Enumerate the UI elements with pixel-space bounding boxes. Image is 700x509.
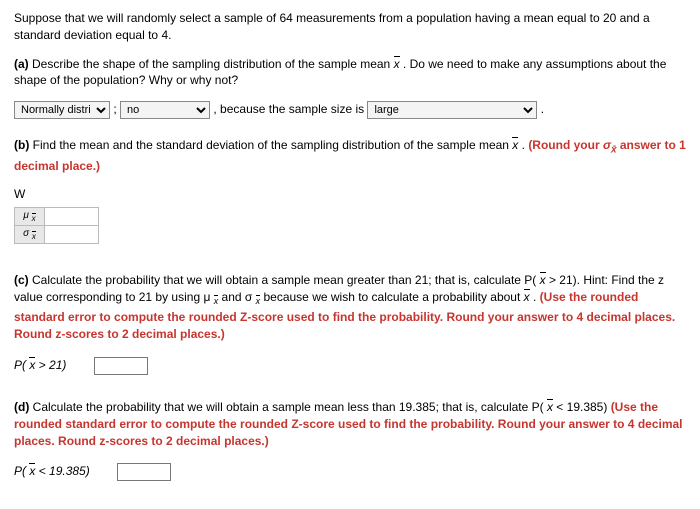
part-b: (b) Find the mean and the standard devia… (14, 137, 686, 244)
part-a-answer-row: Normally distri ; no , because the sampl… (14, 101, 686, 119)
assume-select[interactable]: no (120, 101, 210, 119)
part-c: (c) Calculate the probability that we wi… (14, 272, 686, 375)
part-b-text1: Find the mean and the standard deviation… (33, 138, 513, 152)
part-c-prob-line: P( x > 21) (14, 357, 686, 375)
part-d: (d) Calculate the probability that we wi… (14, 399, 686, 481)
part-c-text1: Calculate the probability that we will o… (32, 273, 540, 287)
table-row: μ x (15, 208, 99, 226)
reason-select[interactable]: large (367, 101, 537, 119)
part-c-prob-input[interactable] (94, 357, 148, 375)
part-d-label: (d) (14, 400, 29, 414)
part-b-w: W (14, 186, 686, 203)
part-b-table: μ x σ x (14, 207, 99, 244)
mu-xbar-label: μ x (15, 208, 45, 226)
part-a-period: . (541, 102, 544, 116)
part-d-prompt: (d) Calculate the probability that we wi… (14, 399, 686, 449)
sigma-xbar-input[interactable] (45, 227, 97, 243)
part-d-prob-label: P( x < 19.385) (14, 464, 90, 478)
part-d-text1: Calculate the probability that we will o… (33, 400, 547, 414)
part-a-text1: Describe the shape of the sampling distr… (32, 57, 394, 71)
part-a-prompt: (a) Describe the shape of the sampling d… (14, 56, 686, 90)
part-d-text2: < 19.385) (553, 400, 611, 414)
part-c-prob-label: P( x > 21) (14, 358, 66, 372)
part-c-text4: because we wish to calculate a probabili… (260, 290, 524, 304)
part-c-text3: and σ (218, 290, 255, 304)
part-c-prompt: (c) Calculate the probability that we wi… (14, 272, 686, 343)
part-a-colon: ; (113, 102, 116, 116)
part-d-prob-line: P( x < 19.385) (14, 463, 686, 481)
part-b-label: (b) (14, 138, 29, 152)
mu-xbar-input[interactable] (45, 209, 97, 225)
part-a: (a) Describe the shape of the sampling d… (14, 56, 686, 120)
intro-text: Suppose that we will randomly select a s… (14, 10, 686, 44)
part-b-prompt: (b) Find the mean and the standard devia… (14, 137, 686, 174)
shape-select[interactable]: Normally distri (14, 101, 110, 119)
sigma-xbar-label: σ x (15, 226, 45, 244)
part-d-prob-input[interactable] (117, 463, 171, 481)
table-row: σ x (15, 226, 99, 244)
part-a-reason-prefix: , because the sample size is (213, 102, 367, 116)
part-c-text5: . (530, 290, 540, 304)
part-a-label: (a) (14, 57, 29, 71)
part-c-label: (c) (14, 273, 29, 287)
part-b-text2: . (518, 138, 528, 152)
